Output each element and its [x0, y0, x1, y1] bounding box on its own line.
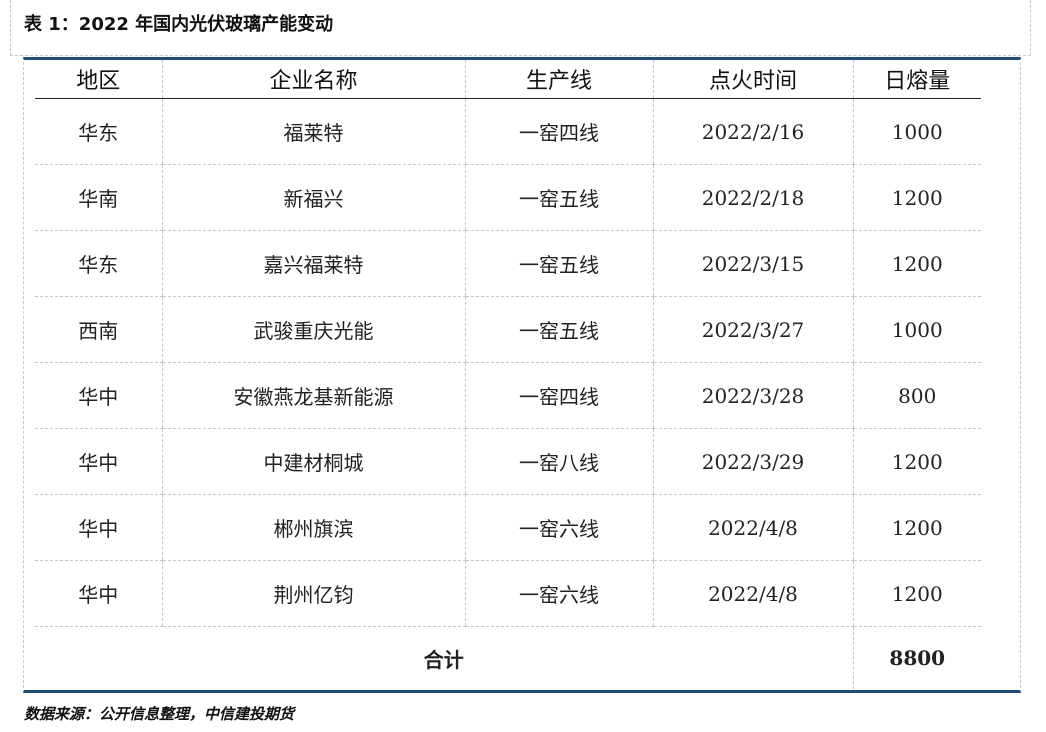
cell-region: 华南	[35, 164, 162, 231]
cell-region: 华中	[35, 560, 162, 627]
cell-company: 福莱特	[161, 98, 465, 165]
cell-date: 2022/3/27	[652, 296, 853, 363]
cell-line: 一窑四线	[464, 362, 653, 429]
cell-line: 一窑五线	[464, 164, 653, 231]
cell-capacity: 800	[852, 362, 981, 429]
cell-region: 西南	[35, 296, 162, 363]
cell-line: 一窑六线	[464, 560, 653, 627]
cell-line: 一窑五线	[464, 296, 653, 363]
cell-line: 一窑八线	[464, 428, 653, 495]
header-line: 生产线	[464, 60, 653, 99]
table-row: 华中 郴州旗滨 一窑六线 2022/4/8 1200	[35, 494, 981, 561]
table-row: 西南 武骏重庆光能 一窑五线 2022/3/27 1000	[35, 296, 981, 363]
table-row: 华南 新福兴 一窑五线 2022/2/18 1200	[35, 164, 981, 231]
table-row: 华中 安徽燕龙基新能源 一窑四线 2022/3/28 800	[35, 362, 981, 429]
cell-capacity: 1000	[852, 296, 981, 363]
cell-date: 2022/3/29	[652, 428, 853, 495]
cell-date: 2022/3/15	[652, 230, 853, 297]
cell-date: 2022/2/18	[652, 164, 853, 231]
header-ignition-time: 点火时间	[652, 60, 853, 99]
cell-company: 新福兴	[161, 164, 465, 231]
capacity-table: 地区 企业名称 生产线 点火时间 日熔量 华东 福莱特 一窑四线 2022/2/…	[35, 60, 981, 689]
cell-capacity: 1200	[852, 494, 981, 561]
cell-region: 华中	[35, 362, 162, 429]
cell-company: 荆州亿钧	[161, 560, 465, 627]
cell-capacity: 1200	[852, 230, 981, 297]
cell-line: 一窑六线	[464, 494, 653, 561]
cell-region: 华中	[35, 494, 162, 561]
cell-date: 2022/2/16	[652, 98, 853, 165]
cell-date: 2022/4/8	[652, 560, 853, 627]
cell-capacity: 1200	[852, 164, 981, 231]
total-row: 合计 8800	[35, 626, 981, 689]
cell-company: 郴州旗滨	[161, 494, 465, 561]
table-title: 表 1：2022 年国内光伏玻璃产能变动	[24, 14, 334, 35]
header-company: 企业名称	[161, 60, 465, 99]
data-source-note: 数据来源：公开信息整理，中信建投期货	[24, 705, 295, 723]
header-region: 地区	[35, 60, 162, 99]
cell-region: 华东	[35, 230, 162, 297]
table-row: 华东 福莱特 一窑四线 2022/2/16 1000	[35, 98, 981, 165]
cell-region: 华东	[35, 98, 162, 165]
cell-company: 安徽燕龙基新能源	[161, 362, 465, 429]
table-row: 华中 中建材桐城 一窑八线 2022/3/29 1200	[35, 428, 981, 495]
cell-date: 2022/3/28	[652, 362, 853, 429]
total-value: 8800	[852, 626, 981, 689]
cell-line: 一窑五线	[464, 230, 653, 297]
cell-capacity: 1200	[852, 428, 981, 495]
cell-date: 2022/4/8	[652, 494, 853, 561]
cell-company: 武骏重庆光能	[161, 296, 465, 363]
cell-company: 中建材桐城	[161, 428, 465, 495]
header-daily-capacity: 日熔量	[852, 60, 981, 99]
cell-region: 华中	[35, 428, 162, 495]
cell-capacity: 1000	[852, 98, 981, 165]
table-row: 华中 荆州亿钧 一窑六线 2022/4/8 1200	[35, 560, 981, 627]
cell-capacity: 1200	[852, 560, 981, 627]
cell-line: 一窑四线	[464, 98, 653, 165]
cell-company: 嘉兴福莱特	[161, 230, 465, 297]
table-row: 华东 嘉兴福莱特 一窑五线 2022/3/15 1200	[35, 230, 981, 297]
total-label: 合计	[423, 647, 464, 672]
header-row: 地区 企业名称 生产线 点火时间 日熔量	[35, 60, 981, 99]
